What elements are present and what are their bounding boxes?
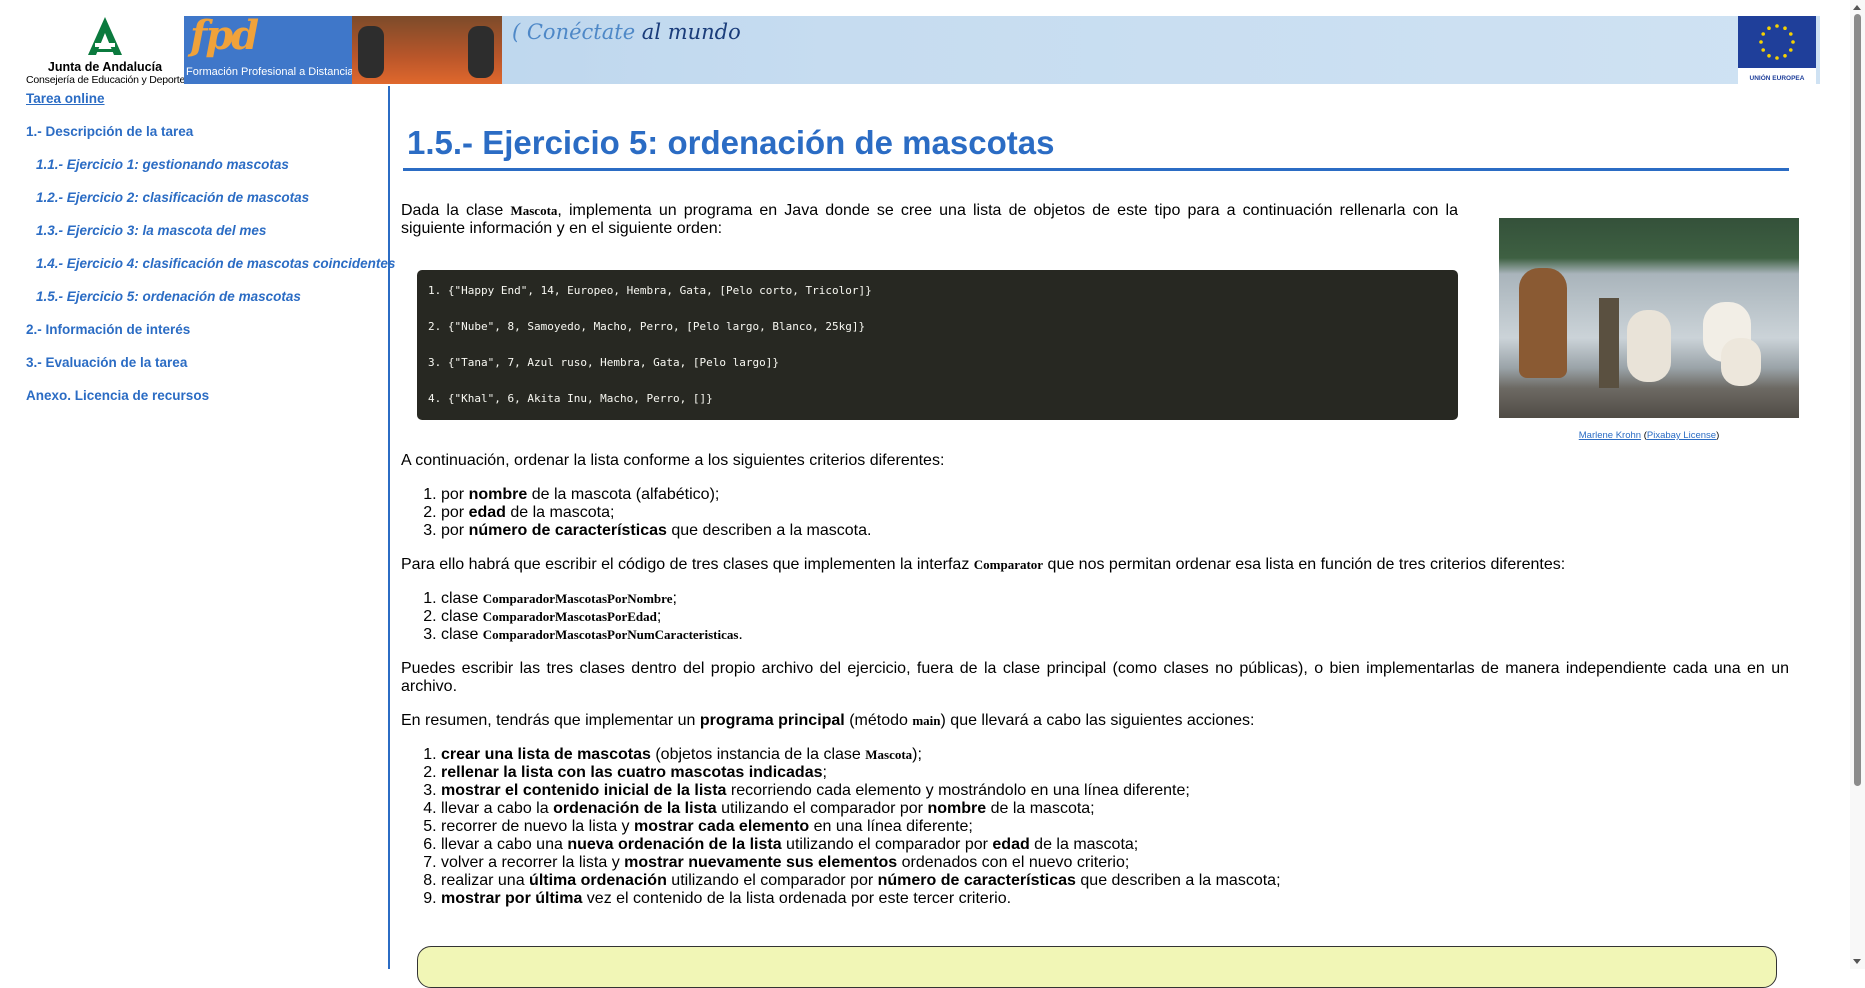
- sidebar-link-ejercicio-2[interactable]: 1.2.- Ejercicio 2: clasificación de masc…: [36, 190, 309, 205]
- list-item: clase ComparadorMascotasPorNumCaracteris…: [441, 626, 743, 644]
- list-item: crear una lista de mascotas (objetos ins…: [441, 746, 1281, 764]
- list-item: volver a recorrer la lista y mostrar nue…: [441, 854, 1281, 872]
- andalucia-a-icon: [88, 17, 122, 55]
- sidebar-link-ejercicio-1[interactable]: 1.1.- Ejercicio 1: gestionando mascotas: [36, 157, 289, 172]
- list-item: rellenar la lista con las cuatro mascota…: [441, 764, 1281, 782]
- intro-paragraph: Dada la clase Mascota, implementa un pro…: [401, 202, 1458, 237]
- list-item: llevar a cabo una nueva ordenación de la…: [441, 836, 1281, 854]
- pier-post: [1599, 298, 1619, 388]
- page-scrollbar[interactable]: [1850, 0, 1865, 969]
- banner-slogan: ( Conéctate al mundo: [512, 20, 741, 44]
- fpd-banner: fpd Formación Profesional a Distancia ( …: [184, 16, 1820, 84]
- list-item: clase ComparadorMascotasPorEdad;: [441, 608, 743, 626]
- code-line: 1. {"Happy End", 14, Europeo, Hembra, Ga…: [428, 284, 872, 297]
- eu-label: UNIÓN EUROPEA: [1749, 75, 1805, 82]
- headphone-right-icon: [468, 26, 494, 78]
- sidebar-link-informacion[interactable]: 2.- Información de interés: [26, 322, 190, 337]
- list-item: realizar una última ordenación utilizand…: [441, 872, 1281, 890]
- code-line: 4. {"Khal", 6, Akita Inu, Macho, Perro, …: [428, 392, 713, 405]
- criteria-intro: A continuación, ordenar la lista conform…: [401, 452, 945, 469]
- title-underline: [403, 168, 1789, 171]
- eu-logo: UNIÓN EUROPEA: [1738, 16, 1816, 84]
- criteria-list: por nombre de la mascota (alfabético); p…: [401, 486, 871, 540]
- sidebar-link-ejercicio-3[interactable]: 1.3.- Ejercicio 3: la mascota del mes: [36, 223, 266, 238]
- site-header: Junta de Andalucía Consejería de Educaci…: [0, 0, 1865, 86]
- sidebar-link-tarea-online[interactable]: Tarea online: [26, 91, 105, 106]
- fpd-logo[interactable]: fpd Formación Profesional a Distancia: [184, 16, 354, 84]
- where-paragraph: Puedes escribir las tres clases dentro d…: [401, 660, 1789, 695]
- sidebar-link-anexo[interactable]: Anexo. Licencia de recursos: [26, 388, 209, 403]
- code-line: 2. {"Nube", 8, Samoyedo, Macho, Perro, […: [428, 320, 866, 333]
- headphone-left-icon: [358, 26, 384, 78]
- photo-credit: Marlene Krohn (Pixabay License): [1578, 430, 1720, 441]
- photo-author-link[interactable]: Marlene Krohn: [1579, 430, 1641, 441]
- list-item: por edad de la mascota;: [441, 504, 871, 522]
- photo-license-link[interactable]: Pixabay License: [1647, 430, 1716, 441]
- eu-flag-icon: [1738, 16, 1816, 68]
- list-item: clase ComparadorMascotasPorNombre;: [441, 590, 743, 608]
- note-box: [417, 946, 1777, 988]
- junta-subtitle: Consejería de Educación y Deporte: [26, 74, 186, 86]
- sidebar-link-ejercicio-4[interactable]: 1.4.- Ejercicio 4: clasificación de masc…: [36, 256, 395, 271]
- list-item: mostrar por última vez el contenido de l…: [441, 890, 1281, 908]
- summary-paragraph: En resumen, tendrás que implementar un p…: [401, 712, 1255, 729]
- list-item: recorrer de nuevo la lista y mostrar cad…: [441, 818, 1281, 836]
- scrollbar-thumb[interactable]: [1854, 14, 1861, 786]
- junta-title: Junta de Andalucía: [47, 60, 163, 74]
- page-title: 1.5.- Ejercicio 5: ordenación de mascota…: [407, 124, 1055, 161]
- list-item: por número de características que descri…: [441, 522, 871, 540]
- dog-shepherd: [1519, 268, 1567, 378]
- fpd-logo-caption: Formación Profesional a Distancia: [186, 66, 354, 78]
- dog-white-1: [1627, 310, 1671, 382]
- method-name-main: main: [912, 713, 941, 728]
- actions-list: crear una lista de mascotas (objetos ins…: [401, 746, 1281, 908]
- class-name-comparator: Comparator: [973, 557, 1044, 572]
- code-line: 3. {"Tana", 7, Azul ruso, Hembra, Gata, …: [428, 356, 779, 369]
- sidebar-link-ejercicio-5[interactable]: 1.5.- Ejercicio 5: ordenación de mascota…: [36, 289, 301, 304]
- code-block: 1. {"Happy End", 14, Europeo, Hembra, Ga…: [417, 270, 1458, 420]
- scroll-up-arrow-icon[interactable]: [1853, 5, 1861, 10]
- scroll-down-arrow-icon[interactable]: [1853, 959, 1861, 964]
- banner-headphones-image: [352, 16, 502, 84]
- dog-white-3: [1721, 338, 1761, 386]
- dogs-on-pier-image: [1499, 218, 1799, 418]
- sidebar-link-evaluacion[interactable]: 3.- Evaluación de la tarea: [26, 355, 187, 370]
- junta-andalucia-logo[interactable]: Junta de Andalucía Consejería de Educaci…: [26, 16, 186, 86]
- list-item: mostrar el contenido inicial de la lista…: [441, 782, 1281, 800]
- class-name-mascota: Mascota: [510, 203, 558, 218]
- fpd-logo-text: fpd: [190, 16, 259, 59]
- main-content: 1.5.- Ejercicio 5: ordenación de mascota…: [401, 86, 1799, 988]
- list-item: llevar a cabo la ordenación de la lista …: [441, 800, 1281, 818]
- classes-list: clase ComparadorMascotasPorNombre; clase…: [401, 590, 743, 644]
- list-item: por nombre de la mascota (alfabético);: [441, 486, 871, 504]
- sidebar-nav: Tarea online 1.- Descripción de la tarea…: [0, 86, 395, 969]
- sidebar-link-descripcion[interactable]: 1.- Descripción de la tarea: [26, 124, 193, 139]
- interface-paragraph: Para ello habrá que escribir el código d…: [401, 556, 1566, 573]
